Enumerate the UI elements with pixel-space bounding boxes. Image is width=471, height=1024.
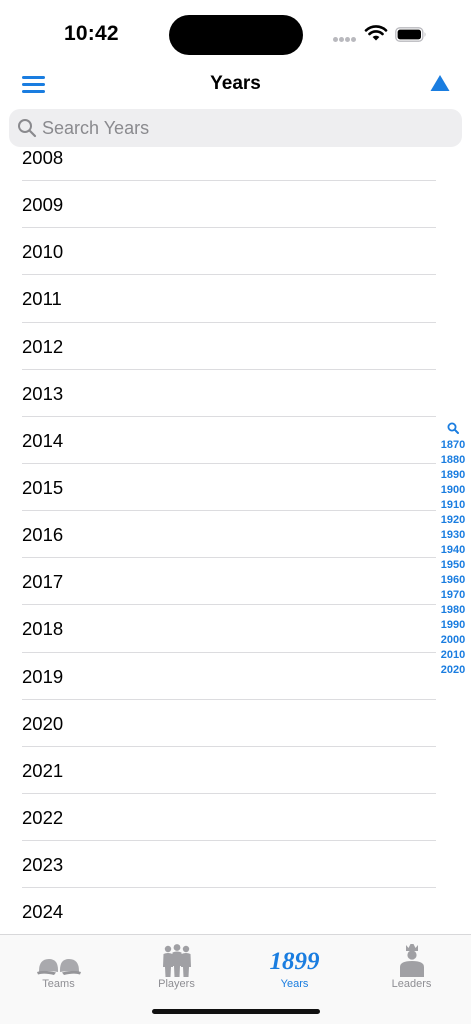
section-index-item[interactable]: 1910 xyxy=(436,498,470,513)
tab-teams[interactable]: Teams xyxy=(0,939,117,995)
list-item[interactable]: 2018 xyxy=(0,605,471,653)
list-item[interactable]: 2010 xyxy=(0,228,471,276)
list-item[interactable]: 2016 xyxy=(0,511,471,559)
search-icon xyxy=(18,119,37,138)
year-label: 2021 xyxy=(22,759,64,781)
list-item[interactable]: 2024 xyxy=(0,888,471,935)
index-search-icon[interactable] xyxy=(447,422,459,434)
battery-icon xyxy=(395,27,426,42)
year-label: 2008 xyxy=(22,150,64,168)
list-item[interactable]: 2023 xyxy=(0,841,471,889)
section-index-item[interactable]: 1950 xyxy=(436,558,470,573)
list-item[interactable]: 2017 xyxy=(0,558,471,606)
list-item[interactable]: 2009 xyxy=(0,181,471,229)
navigation-bar: Years xyxy=(0,62,471,106)
section-index-item[interactable]: 2010 xyxy=(436,648,470,663)
list-item[interactable]: 2014 xyxy=(0,417,471,465)
year-label: 2018 xyxy=(22,618,64,640)
year-label: 2023 xyxy=(22,854,64,876)
leader-silhouette-icon xyxy=(399,944,424,977)
list-item[interactable]: 2022 xyxy=(0,794,471,842)
section-index-item[interactable]: 1990 xyxy=(436,618,470,633)
section-index-item[interactable]: 1970 xyxy=(436,588,470,603)
list-item[interactable]: 2019 xyxy=(0,653,471,700)
section-index-item[interactable]: 1940 xyxy=(436,543,470,558)
year-label: 2016 xyxy=(22,524,64,546)
players-silhouette-icon xyxy=(162,944,191,977)
list-item[interactable]: 2021 xyxy=(0,747,471,795)
year-label: 2024 xyxy=(22,901,64,923)
section-index-item[interactable]: 1980 xyxy=(436,603,470,618)
tab-label: Teams xyxy=(42,978,75,990)
triangle-up-icon xyxy=(430,75,450,91)
year-label: 2022 xyxy=(22,806,64,828)
baseball-caps-icon xyxy=(36,959,81,975)
list-item[interactable]: 2008 xyxy=(0,150,471,182)
section-index-item[interactable]: 1900 xyxy=(436,483,470,498)
section-index-item[interactable]: 1930 xyxy=(436,528,470,543)
list-item[interactable]: 2011 xyxy=(0,275,471,323)
home-indicator xyxy=(152,1009,320,1014)
year-label: 2014 xyxy=(22,429,64,451)
section-index-item[interactable]: 2000 xyxy=(436,633,470,648)
cellular-signal-icon xyxy=(333,37,357,43)
status-bar: 10:42 xyxy=(0,0,471,62)
section-index-item[interactable]: 1870 xyxy=(436,438,470,453)
tab-players[interactable]: Players xyxy=(118,939,235,995)
years-list[interactable]: 2008 2009 2010 2011 2012 2013 2014 2015 2016 2017… xyxy=(0,150,471,935)
section-index-item[interactable]: 2020 xyxy=(436,663,470,678)
list-item[interactable]: 2020 xyxy=(0,700,471,747)
tab-leaders[interactable]: Leaders xyxy=(353,939,470,995)
list-item[interactable]: 2012 xyxy=(0,323,471,370)
year-label: 2009 xyxy=(22,194,64,216)
section-index-item[interactable]: 1890 xyxy=(436,468,470,483)
list-item[interactable]: 2015 xyxy=(0,464,471,512)
search-bar[interactable] xyxy=(9,109,462,147)
sort-button[interactable] xyxy=(430,74,450,92)
year-label: 2015 xyxy=(22,476,64,498)
list-item[interactable]: 2013 xyxy=(0,370,471,417)
dynamic-island xyxy=(169,15,303,55)
search-input[interactable] xyxy=(42,109,442,147)
year-label: 2020 xyxy=(22,712,64,734)
section-index-item[interactable]: 1920 xyxy=(436,513,470,528)
section-index[interactable]: 1870 1880 1890 1900 1910 1920 1930 1940 1950 1960… xyxy=(436,421,470,678)
section-index-item[interactable]: 1880 xyxy=(436,453,470,468)
year-label: 2017 xyxy=(22,571,64,593)
status-time: 10:42 xyxy=(64,22,119,45)
year-label: 2012 xyxy=(22,335,64,357)
section-index-item[interactable]: 1960 xyxy=(436,573,470,588)
wifi-icon xyxy=(364,25,388,41)
year-label: 2019 xyxy=(22,665,64,687)
tab-years[interactable]: 1899 Years xyxy=(236,939,353,995)
year-label: 2011 xyxy=(22,288,62,310)
year-1899-icon: 1899 xyxy=(269,948,320,975)
year-label: 2010 xyxy=(22,241,64,263)
year-label: 2013 xyxy=(22,382,64,404)
tab-label: Years xyxy=(280,978,309,990)
tab-label: Leaders xyxy=(391,978,432,990)
tab-label: Players xyxy=(158,978,195,990)
page-title: Years xyxy=(210,73,261,94)
